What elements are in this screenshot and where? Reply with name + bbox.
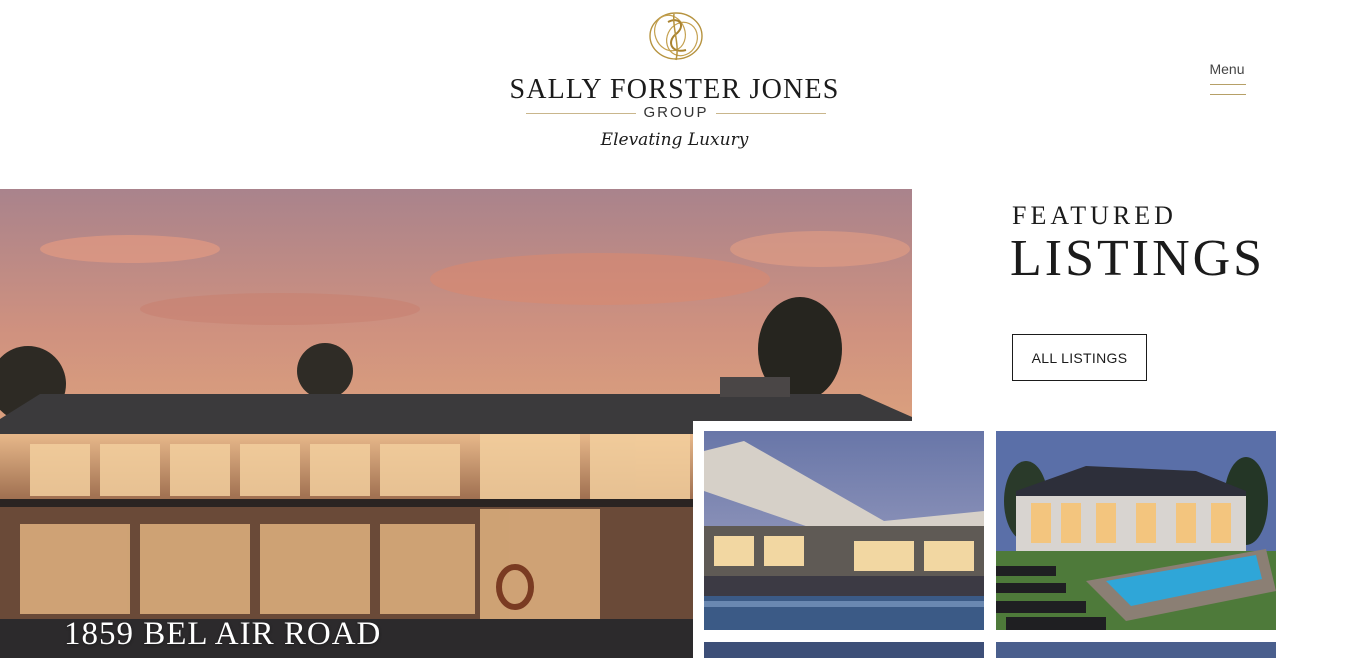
- listing-thumbnail[interactable]: [704, 642, 984, 658]
- hamburger-menu-icon: [1210, 84, 1246, 85]
- hamburger-menu-icon: [1210, 94, 1246, 95]
- menu-label: Menu: [1209, 61, 1245, 77]
- listing-photo: [996, 431, 1276, 630]
- all-listings-button[interactable]: ALL LISTINGS: [1012, 334, 1147, 381]
- divider: [716, 113, 826, 114]
- listing-thumbnail[interactable]: [704, 431, 984, 630]
- menu-button[interactable]: Menu: [1204, 58, 1250, 100]
- brand-name: SALLY FORSTER JONES: [509, 74, 840, 105]
- listing-thumbnail[interactable]: [996, 431, 1276, 630]
- listing-photo: [704, 431, 984, 630]
- logo-link[interactable]: SALLY FORSTER JONES GROUP Elevating Luxu…: [0, 0, 1349, 160]
- featured-kicker: FEATURED: [1012, 201, 1177, 230]
- featured-title: LISTINGS: [1010, 230, 1266, 287]
- brand-group-row: GROUP: [526, 103, 826, 123]
- monogram-logo-icon: [649, 12, 703, 61]
- tagline: Elevating Luxury: [600, 130, 749, 150]
- hero-listing-address[interactable]: 1859 BEL AIR ROAD: [64, 614, 381, 654]
- listing-thumbnail[interactable]: [996, 642, 1276, 658]
